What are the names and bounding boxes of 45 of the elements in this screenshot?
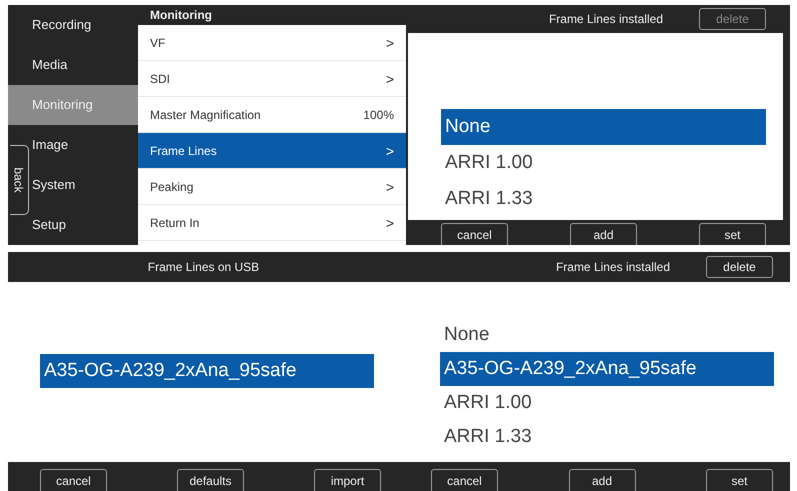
sidebar-item[interactable]: Recording <box>30 5 138 45</box>
frame-line-item[interactable]: None <box>441 109 766 145</box>
frame-line-item[interactable]: ARRI 1.33 <box>441 181 766 217</box>
footer-button[interactable]: import <box>314 469 381 491</box>
panel-title: Frame Lines installed <box>548 12 663 26</box>
footer-button[interactable]: cancel <box>40 469 107 491</box>
footer-button[interactable]: add <box>568 469 636 491</box>
menu-item[interactable]: VF > <box>138 25 406 61</box>
menu-item-label: SDI <box>150 72 170 86</box>
menu-title: Monitoring <box>138 5 406 25</box>
chevron-icon: > <box>386 214 394 230</box>
chevron-icon: > <box>386 70 394 86</box>
footer-button[interactable]: set <box>706 469 773 491</box>
menu-item[interactable]: Peaking > <box>138 169 406 205</box>
menu-item-label: Master Magnification <box>150 108 261 122</box>
menu-item[interactable]: Return In > <box>138 205 406 241</box>
chevron-icon: > <box>386 178 394 194</box>
menu-item[interactable]: SDI > <box>138 61 406 97</box>
panel-title: Frame Lines on USB <box>148 260 260 274</box>
delete-button[interactable]: delete <box>706 256 773 278</box>
menu-item-value: 100% <box>363 108 394 122</box>
panel-title: Frame Lines installed <box>556 260 670 274</box>
menu-item-label: Frame Lines <box>150 144 217 158</box>
sidebar-item[interactable]: Setup <box>30 205 138 245</box>
footer-button[interactable]: add <box>570 223 637 245</box>
frame-line-item[interactable]: A35-OG-A239_2xAna_95safe <box>40 354 374 388</box>
menu-item-label: Peaking <box>150 180 194 194</box>
frame-line-item[interactable]: ARRI 1.33 <box>440 420 774 454</box>
sidebar-item[interactable]: Image <box>30 125 138 165</box>
sidebar-item[interactable]: Media <box>30 45 138 85</box>
menu-item-label: Return In <box>150 216 200 230</box>
footer-button[interactable]: cancel <box>441 223 508 245</box>
footer-button[interactable]: set <box>699 223 766 245</box>
footer-button[interactable]: defaults <box>177 469 244 491</box>
chevron-icon: > <box>386 142 394 158</box>
menu-item[interactable]: Frame Lines > <box>138 133 406 169</box>
frame-line-item[interactable]: A35-OG-A239_2xAna_95safe <box>440 352 774 386</box>
sidebar-item[interactable]: System <box>30 165 138 205</box>
frame-line-item[interactable]: None <box>440 318 774 352</box>
menu-item-label: VF <box>150 36 166 50</box>
back-tab[interactable]: back <box>10 145 29 215</box>
frame-line-item[interactable]: ARRI 1.00 <box>440 386 774 420</box>
chevron-icon: > <box>386 34 394 50</box>
frame-line-item[interactable]: ARRI 1.00 <box>441 145 766 181</box>
footer-button[interactable]: cancel <box>431 469 498 491</box>
